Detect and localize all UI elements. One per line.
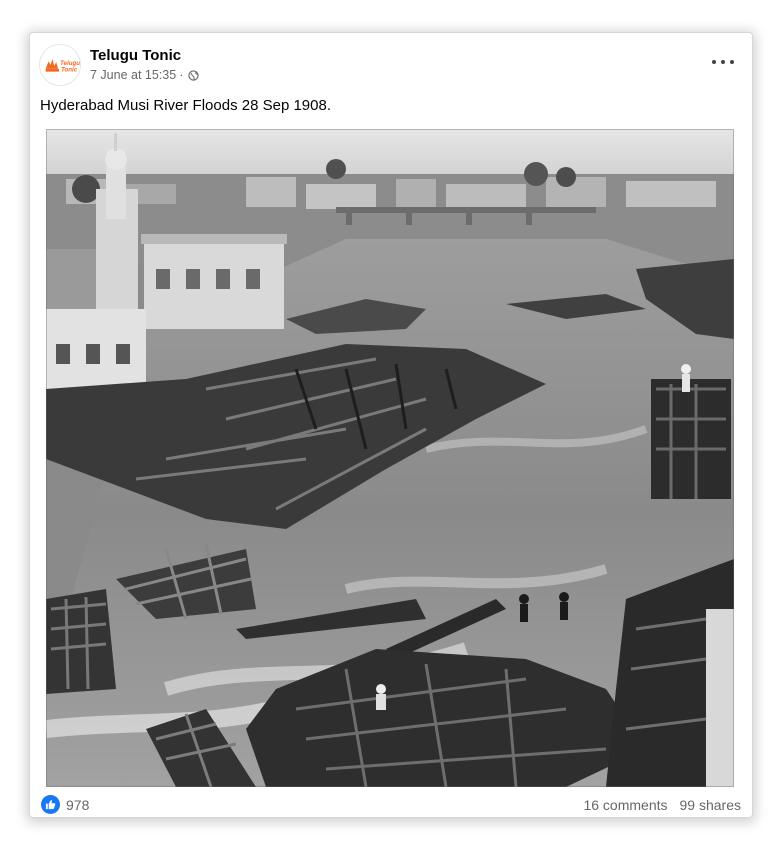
post-meta: 7 June at 15:35 · [90, 68, 200, 82]
page-avatar[interactable]: Telugu Tonic [39, 44, 81, 86]
shares-count[interactable]: 99 shares [680, 797, 741, 813]
post-header: Telugu Tonic Telugu Tonic 7 June at 15:3… [30, 33, 752, 93]
page-name[interactable]: Telugu Tonic [90, 47, 181, 64]
meta-separator: · [179, 68, 184, 82]
flood-photograph [46, 129, 734, 787]
like-count[interactable]: 978 [66, 797, 89, 813]
facebook-post-card: Telugu Tonic Telugu Tonic 7 June at 15:3… [30, 33, 752, 817]
like-icon[interactable] [41, 795, 60, 814]
engagement-counts: 16 comments 99 shares [583, 797, 741, 813]
telugu-tonic-logo: Telugu Tonic [40, 45, 80, 85]
svg-text:Tonic: Tonic [61, 67, 78, 74]
more-options-icon[interactable] [712, 55, 734, 69]
post-footer: 978 16 comments 99 shares [30, 790, 752, 817]
globe-icon [188, 69, 200, 81]
post-caption: Hyderabad Musi River Floods 28 Sep 1908. [40, 97, 331, 114]
post-photo[interactable] [46, 129, 734, 787]
post-timestamp[interactable]: 7 June at 15:35 [90, 68, 176, 82]
comments-count[interactable]: 16 comments [583, 797, 667, 813]
